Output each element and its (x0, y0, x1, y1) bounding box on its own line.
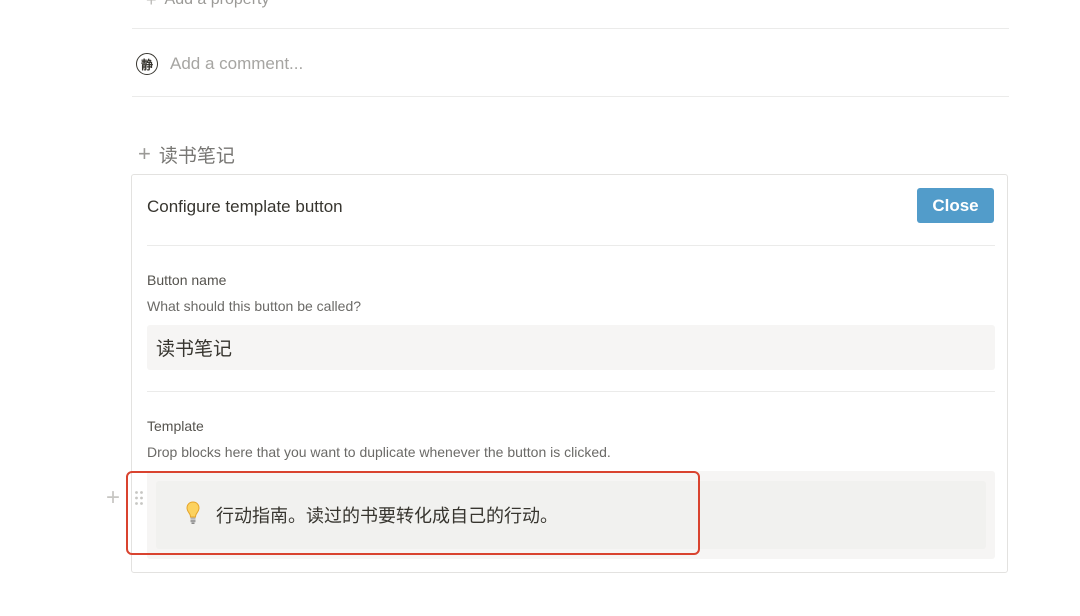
configure-template-panel: Configure template button Close Button n… (131, 174, 1008, 573)
add-property-label: Add a property (165, 0, 270, 9)
divider (147, 391, 995, 392)
lightbulb-icon (186, 500, 200, 530)
template-drop-area[interactable]: 行动指南。读过的书要转化成自己的行动。 (147, 471, 995, 559)
divider (132, 96, 1009, 97)
plus-icon: + (146, 0, 157, 11)
add-block-plus-icon[interactable]: + (106, 484, 120, 512)
panel-title: Configure template button (147, 197, 343, 216)
avatar: 静 (136, 53, 158, 75)
callout-text[interactable]: 行动指南。读过的书要转化成自己的行动。 (216, 502, 558, 528)
page: + Add a property 静 + 读书笔记 Configure temp… (0, 0, 1080, 616)
divider (132, 28, 1009, 29)
close-button[interactable]: Close (917, 188, 994, 223)
template-button[interactable]: + 读书笔记 (138, 140, 235, 168)
button-name-label: Button name (147, 272, 227, 288)
button-name-help: What should this button be called? (147, 298, 362, 314)
comment-input[interactable] (170, 54, 670, 74)
callout-block[interactable]: 行动指南。读过的书要转化成自己的行动。 (156, 481, 986, 549)
template-label: Template (147, 418, 204, 434)
template-button-label: 读书笔记 (158, 145, 235, 167)
add-property-row[interactable]: + Add a property (146, 0, 269, 12)
drag-handle-icon[interactable] (134, 490, 144, 506)
divider (147, 245, 995, 246)
comment-row: 静 (136, 50, 670, 78)
plus-icon: + (138, 141, 151, 166)
template-help: Drop blocks here that you want to duplic… (147, 444, 611, 460)
button-name-input[interactable] (147, 325, 995, 370)
